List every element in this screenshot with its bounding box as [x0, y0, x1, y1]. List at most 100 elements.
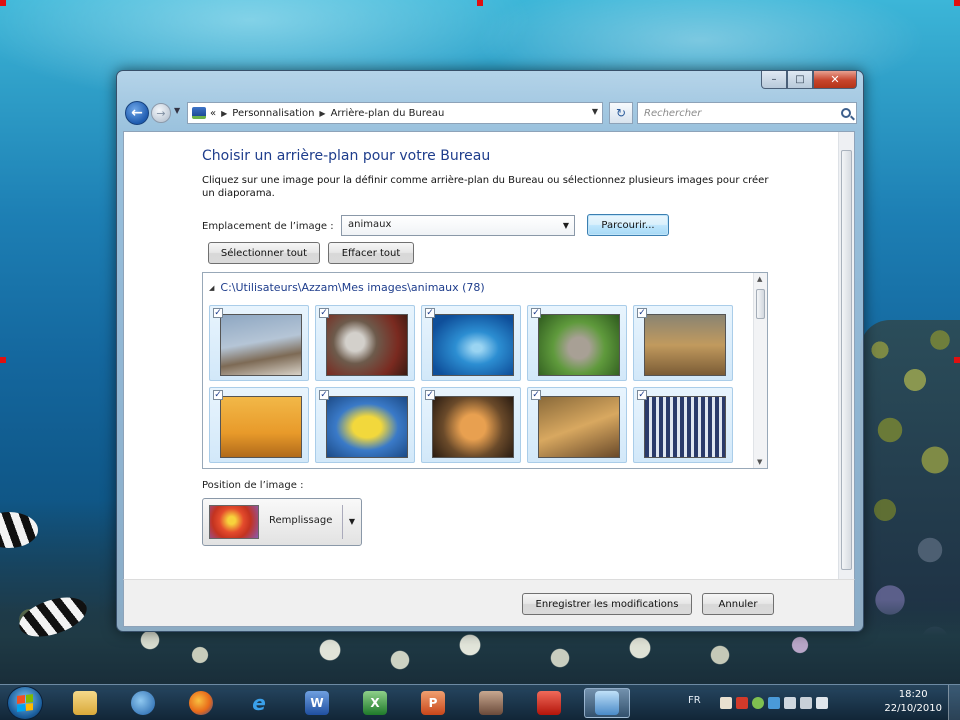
checkbox-icon[interactable]: ✓: [531, 308, 541, 318]
action-center-icon[interactable]: [784, 697, 796, 709]
taskbar-internet-explorer[interactable]: e: [236, 688, 282, 718]
checkbox-icon[interactable]: ✓: [637, 390, 647, 400]
thunderbird-icon: [131, 691, 155, 715]
show-desktop-button[interactable]: [948, 685, 960, 720]
tray-app-icon[interactable]: [752, 697, 764, 709]
clock[interactable]: 18:20 22/10/2010: [884, 688, 942, 716]
thumbnail-tiger[interactable]: ✓: [421, 387, 521, 463]
content-scrollbar[interactable]: [838, 132, 854, 579]
back-button[interactable]: ←: [125, 101, 149, 125]
page-description: Cliquez sur une image pour la définir co…: [202, 175, 769, 199]
select-all-button[interactable]: Sélectionner tout: [208, 242, 320, 264]
search-icon[interactable]: [841, 108, 851, 118]
refresh-button[interactable]: ↻: [609, 102, 633, 124]
start-button[interactable]: [7, 686, 43, 720]
breadcrumb-separator-icon[interactable]: ▶: [319, 109, 325, 118]
scroll-down-icon[interactable]: ▼: [757, 458, 762, 466]
wolf-image: [326, 314, 408, 376]
network-icon[interactable]: [800, 697, 812, 709]
cancel-button[interactable]: Annuler: [702, 593, 774, 615]
desktop-wallpaper-fish: [0, 512, 38, 548]
gallery-scrollbar[interactable]: ▲ ▼: [753, 273, 767, 468]
volume-icon[interactable]: [816, 697, 828, 709]
thumbnail-koala[interactable]: ✓: [527, 305, 627, 381]
thumbnail-tiger-cubs[interactable]: ✓: [527, 387, 627, 463]
browse-button[interactable]: Parcourir...: [587, 214, 669, 236]
checkbox-icon[interactable]: ✓: [213, 390, 223, 400]
thumbnail-shark[interactable]: ✓: [421, 305, 521, 381]
minimize-button[interactable]: –: [761, 71, 787, 89]
eagle-image: [220, 314, 302, 376]
checkbox-icon[interactable]: ✓: [319, 308, 329, 318]
search-input[interactable]: [637, 102, 857, 124]
scroll-up-icon[interactable]: ▲: [757, 275, 762, 283]
address-bar[interactable]: « ▶ Personnalisation ▶ Arrière-plan du B…: [187, 102, 603, 124]
maximize-icon: □: [795, 74, 805, 85]
clear-all-button[interactable]: Effacer tout: [328, 242, 414, 264]
thumbnail-wolf[interactable]: ✓: [315, 305, 415, 381]
taskbar-excel[interactable]: X: [352, 688, 398, 718]
desktop-wallpaper-reef: [860, 320, 960, 690]
thumbnail-tigers[interactable]: ✓: [633, 305, 733, 381]
thumbnail-eagle[interactable]: ✓: [209, 305, 309, 381]
content-scroll-thumb[interactable]: [841, 150, 852, 570]
taskbar-personalization[interactable]: [584, 688, 630, 718]
acrobat-icon: [537, 691, 561, 715]
tray-app-icon[interactable]: [736, 697, 748, 709]
breadcrumb-arriere-plan[interactable]: Arrière-plan du Bureau: [331, 108, 445, 119]
word-icon: W: [305, 691, 329, 715]
notification-chevron-icon[interactable]: [720, 697, 732, 709]
save-changes-button[interactable]: Enregistrer les modifications: [522, 593, 692, 615]
forward-arrow-icon: →: [156, 106, 166, 120]
video-editor-icon: [479, 691, 503, 715]
checkbox-icon[interactable]: ✓: [637, 308, 647, 318]
breadcrumb-separator-icon[interactable]: ▶: [221, 109, 227, 118]
recent-pages-dropdown[interactable]: ▼: [174, 106, 180, 115]
forward-button[interactable]: →: [151, 103, 171, 123]
address-dropdown-icon[interactable]: ▼: [592, 107, 598, 116]
thumbnail-birds[interactable]: ✓: [633, 387, 733, 463]
tray-app-icon[interactable]: [768, 697, 780, 709]
breadcrumb-overflow[interactable]: «: [210, 108, 216, 119]
checkbox-icon[interactable]: ✓: [531, 390, 541, 400]
refresh-icon: ↻: [615, 106, 627, 120]
powerpoint-icon: P: [421, 691, 445, 715]
breadcrumb-personalisation[interactable]: Personnalisation: [232, 108, 314, 119]
language-indicator[interactable]: FR: [688, 695, 701, 706]
clock-date: 22/10/2010: [884, 703, 942, 714]
close-button[interactable]: ✕: [813, 71, 857, 89]
caption-buttons: – □ ✕: [761, 71, 857, 89]
taskbar-explorer[interactable]: [62, 688, 108, 718]
search-box: [637, 102, 857, 124]
excel-icon: X: [363, 691, 387, 715]
shark-image: [432, 314, 514, 376]
dropdown-separator: [342, 505, 343, 539]
thumbnail-fish[interactable]: ✓: [315, 387, 415, 463]
taskbar-video-editor[interactable]: [468, 688, 514, 718]
koala-image: [538, 314, 620, 376]
taskbar-word[interactable]: W: [294, 688, 340, 718]
dialog-footer: Enregistrer les modifications Annuler: [123, 579, 855, 627]
picture-location-select[interactable]: animaux ▼: [341, 215, 575, 236]
windows-logo-icon: [17, 694, 33, 712]
checkbox-icon[interactable]: ✓: [319, 390, 329, 400]
firefox-icon: [189, 691, 213, 715]
capture-marker: [954, 357, 960, 363]
checkbox-icon[interactable]: ✓: [425, 308, 435, 318]
picture-position-label: Position de l’image :: [202, 480, 304, 491]
taskbar-acrobat[interactable]: [526, 688, 572, 718]
checkbox-icon[interactable]: ✓: [425, 390, 435, 400]
checkbox-icon[interactable]: ✓: [213, 308, 223, 318]
picture-location-label: Emplacement de l’image :: [202, 221, 334, 232]
taskbar-firefox[interactable]: [178, 688, 224, 718]
navigation-bar: ← → ▼ « ▶ Personnalisation ▶ Arrière-pla…: [123, 99, 857, 129]
taskbar-powerpoint[interactable]: P: [410, 688, 456, 718]
system-tray: FR 18:20 22/10/2010: [680, 685, 960, 720]
birds-image: [644, 396, 726, 458]
taskbar-thunderbird[interactable]: [120, 688, 166, 718]
maximize-button[interactable]: □: [787, 71, 813, 89]
picture-position-select[interactable]: Remplissage ▼: [202, 498, 362, 546]
thumbnail-horse[interactable]: ✓: [209, 387, 309, 463]
gallery-scroll-thumb[interactable]: [756, 289, 765, 319]
content-pane: Choisir un arrière-plan pour votre Burea…: [123, 131, 855, 579]
